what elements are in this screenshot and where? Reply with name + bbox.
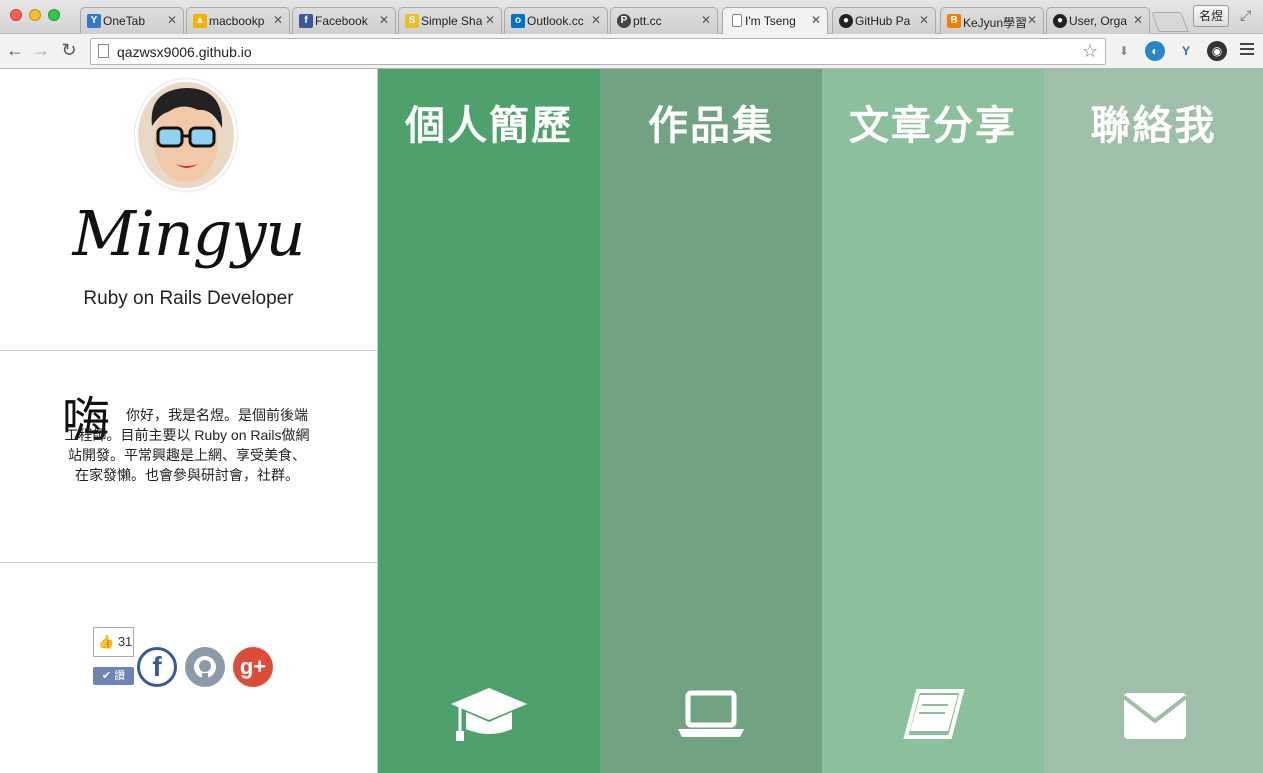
facebook-icon[interactable]: f	[137, 647, 177, 687]
browser-tab[interactable]: ● GitHub Pa ✕	[832, 7, 936, 34]
tab-title: KeJyun學習	[963, 16, 1027, 30]
profile-name: Mingyu	[72, 197, 306, 270]
tab-title: I'm Tseng	[745, 14, 796, 28]
book-icon	[822, 685, 1044, 745]
url-text[interactable]: qazwsx9006.github.io	[117, 44, 252, 60]
menu-icon[interactable]	[1240, 43, 1254, 58]
zoom-window-button[interactable]	[48, 9, 60, 21]
graduation-cap-icon	[378, 685, 600, 745]
profile-section: Mingyu Ruby on Rails Developer	[0, 69, 377, 351]
browser-tab[interactable]: S Simple Sha ✕	[398, 7, 502, 34]
profile-button[interactable]: 名煜	[1193, 5, 1229, 27]
laptop-icon	[600, 685, 822, 745]
browser-tab-active[interactable]: I'm Tseng ✕	[722, 7, 828, 34]
panel-portfolio[interactable]: 作品集	[600, 69, 822, 773]
browser-tab[interactable]: o Outlook.cc ✕	[504, 7, 608, 34]
panel-title: 聯絡我	[1090, 104, 1217, 148]
page-icon	[98, 44, 109, 58]
close-tab-icon[interactable]: ✕	[811, 13, 821, 27]
browser-tab[interactable]: ▲ macbookp ✕	[186, 7, 290, 34]
github-icon[interactable]	[185, 647, 225, 687]
sidebar: Mingyu Ruby on Rails Developer 嗨 你好，我是名煜…	[0, 69, 378, 773]
like-count-box: 👍 31	[93, 627, 134, 657]
close-tab-icon[interactable]: ✕	[919, 13, 929, 27]
forward-button[interactable]: →	[31, 40, 51, 60]
close-window-button[interactable]	[10, 9, 22, 21]
close-tab-icon[interactable]: ✕	[379, 13, 389, 27]
panel-title: 文章分享	[849, 104, 1017, 148]
browser-tab[interactable]: B KeJyun學習 ✕	[940, 7, 1044, 34]
browser-tab[interactable]: Y OneTab ✕	[80, 7, 184, 34]
outlook-icon: o	[511, 14, 525, 28]
tab-title: GitHub Pa	[855, 14, 911, 28]
blogger-icon: B	[947, 14, 961, 28]
close-tab-icon[interactable]: ✕	[273, 13, 283, 27]
social-section: 👍 31 ✔ 讚 f g+	[0, 563, 377, 773]
google-drive-icon: ▲	[193, 14, 207, 28]
onetab-icon: Y	[87, 14, 101, 28]
close-tab-icon[interactable]: ✕	[701, 13, 711, 27]
browser-tab-bar: Y OneTab ✕ ▲ macbookp ✕ f Facebook ✕ S S…	[0, 0, 1263, 34]
tab-title: User, Orga	[1069, 14, 1128, 28]
tab-title: Outlook.cc	[527, 14, 584, 28]
check-icon: ✔	[101, 670, 112, 682]
browser-tab[interactable]: P ptt.cc ✕	[610, 7, 718, 34]
close-tab-icon[interactable]: ✕	[591, 13, 601, 27]
bookmark-star-icon[interactable]: ☆	[1082, 41, 1098, 62]
tab-title: Facebook	[315, 14, 368, 28]
like-label: 讚	[114, 670, 126, 682]
tab-title: ptt.cc	[633, 14, 662, 28]
new-tab-button[interactable]	[1151, 12, 1189, 32]
google-plus-icon[interactable]: g+	[233, 647, 273, 687]
close-tab-icon[interactable]: ✕	[1133, 13, 1143, 27]
panel-title: 個人簡歷	[405, 104, 573, 148]
avatar	[135, 79, 237, 191]
reload-button[interactable]: ↻	[59, 40, 79, 60]
extension-icon[interactable]: ◐	[1145, 41, 1165, 61]
browser-toolbar: ← → ↻ qazwsx9006.github.io ☆ ⬇ ◐ Y ◉	[0, 34, 1263, 69]
about-section: 嗨 你好，我是名煜。是個前後端工程師。目前主要以 Ruby on Rails做網…	[0, 351, 377, 563]
panel-articles[interactable]: 文章分享	[822, 69, 1044, 773]
like-button[interactable]: ✔ 讚	[93, 667, 134, 685]
github-icon: ●	[839, 14, 853, 28]
close-tab-icon[interactable]: ✕	[1027, 13, 1037, 27]
minimize-window-button[interactable]	[29, 9, 41, 21]
fullscreen-icon[interactable]: ⤢	[1240, 7, 1251, 24]
panel-title: 作品集	[648, 104, 774, 148]
tab-title: Simple Sha	[421, 14, 483, 28]
address-bar[interactable]: qazwsx9006.github.io ☆	[90, 38, 1106, 65]
panel-resume[interactable]: 個人簡歷	[378, 69, 600, 773]
back-button[interactable]: ←	[5, 40, 25, 60]
github-icon: ●	[1053, 14, 1067, 28]
download-extension-icon[interactable]: ⬇	[1114, 41, 1134, 61]
tab-title: macbookp	[209, 14, 265, 28]
page-icon	[732, 14, 742, 27]
close-tab-icon[interactable]: ✕	[485, 13, 495, 27]
tab-title: OneTab	[103, 14, 146, 28]
browser-tab[interactable]: f Facebook ✕	[292, 7, 396, 34]
thumbs-up-icon: 👍	[98, 634, 115, 649]
close-tab-icon[interactable]: ✕	[167, 13, 177, 27]
like-count: 31	[117, 634, 133, 649]
simple-icon: S	[405, 14, 419, 28]
facebook-icon: f	[299, 14, 313, 28]
page-content: Mingyu Ruby on Rails Developer 嗨 你好，我是名煜…	[0, 69, 1263, 773]
profile-subtitle: Ruby on Rails Developer	[83, 288, 294, 309]
about-text: 你好，我是名煜。是個前後端工程師。目前主要以 Ruby on Rails做網站開…	[64, 407, 310, 483]
envelope-icon	[1044, 685, 1263, 745]
browser-tab[interactable]: ● User, Orga ✕	[1046, 7, 1150, 34]
ptt-icon: P	[617, 14, 631, 28]
panel-contact[interactable]: 聯絡我	[1044, 69, 1263, 773]
color-picker-extension-icon[interactable]: ◉	[1207, 41, 1227, 61]
ythumb-extension-icon[interactable]: Y	[1176, 41, 1196, 61]
